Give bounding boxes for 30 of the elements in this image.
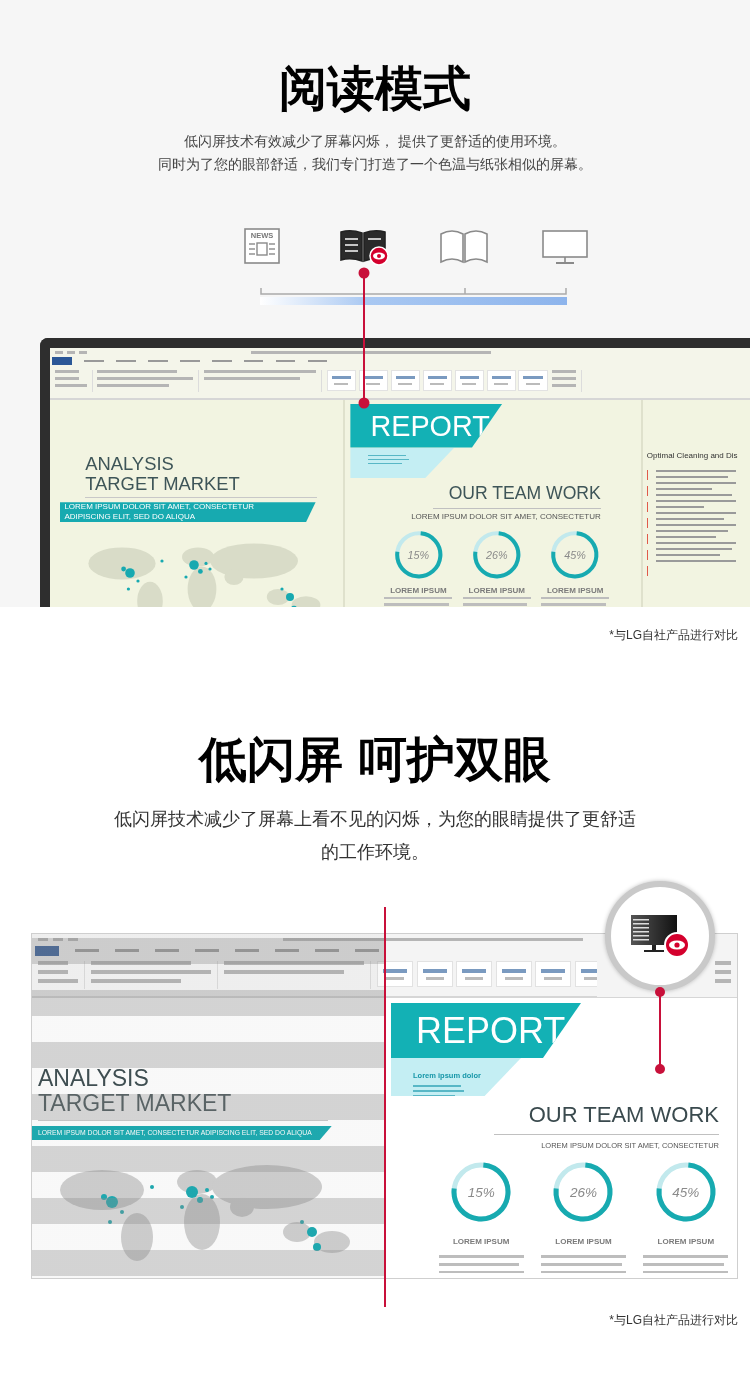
stat-label: LOREM IPSUM [468, 586, 525, 596]
stat-value: 15% [407, 548, 430, 561]
stat-label: LOREM IPSUM [555, 1237, 612, 1246]
stat-label: LOREM IPSUM [390, 586, 447, 596]
stat-label: LOREM IPSUM [546, 586, 604, 596]
page-title: ANALYSIS [38, 1066, 149, 1091]
page-title: TARGET MARKET [85, 474, 240, 494]
stat-value: 45% [672, 1184, 700, 1200]
stat-label: LOREM IPSUM [657, 1237, 715, 1246]
page-heading: Optimal Cleaning and Dis [646, 450, 738, 460]
stat-label: LOREM IPSUM [452, 1237, 510, 1246]
section-heading: OUR TEAM WORK [528, 1102, 719, 1128]
footnote: *与LG自社产品进行对比 [609, 627, 738, 643]
page-title: ANALYSIS [85, 454, 174, 474]
subtitle-banner: LOREM IPSUM DOLOR SIT AMET, CONSECTETUR ADIPISCING ELIT, SED DO ALIQUA [59, 502, 316, 523]
description-text: 低闪屏技术减少了屏幕上看不见的闪烁，为您的眼睛提供了更舒适的工作环境。 [113, 808, 637, 864]
section-title: 阅读模式 [279, 60, 471, 116]
section-heading: OUR TEAM WORK [448, 482, 601, 504]
section-subheading: LOREM IPSUM DOLOR SIT AMET, CONSECTETUR [411, 513, 601, 523]
stat-value: 26% [569, 1184, 597, 1200]
stat-value: 26% [485, 548, 508, 561]
section-title: 低闪屏 呵护双眼 [198, 731, 552, 787]
description-text: 同时为了您的眼部舒适，我们专门打造了一个色温与纸张相似的屏幕。 [158, 155, 592, 174]
stat-value: 45% [564, 548, 586, 561]
report-banner: REPORT [391, 1003, 581, 1058]
stat-value: 15% [467, 1184, 495, 1200]
footnote: *与LG自社产品进行对比 [609, 1312, 738, 1328]
page-title: TARGET MARKET [38, 1091, 232, 1116]
description-text: 低闪屏技术有效减少了屏幕闪烁， 提供了更舒适的使用环境。 [184, 132, 566, 151]
report-banner: REPORT [350, 403, 503, 448]
